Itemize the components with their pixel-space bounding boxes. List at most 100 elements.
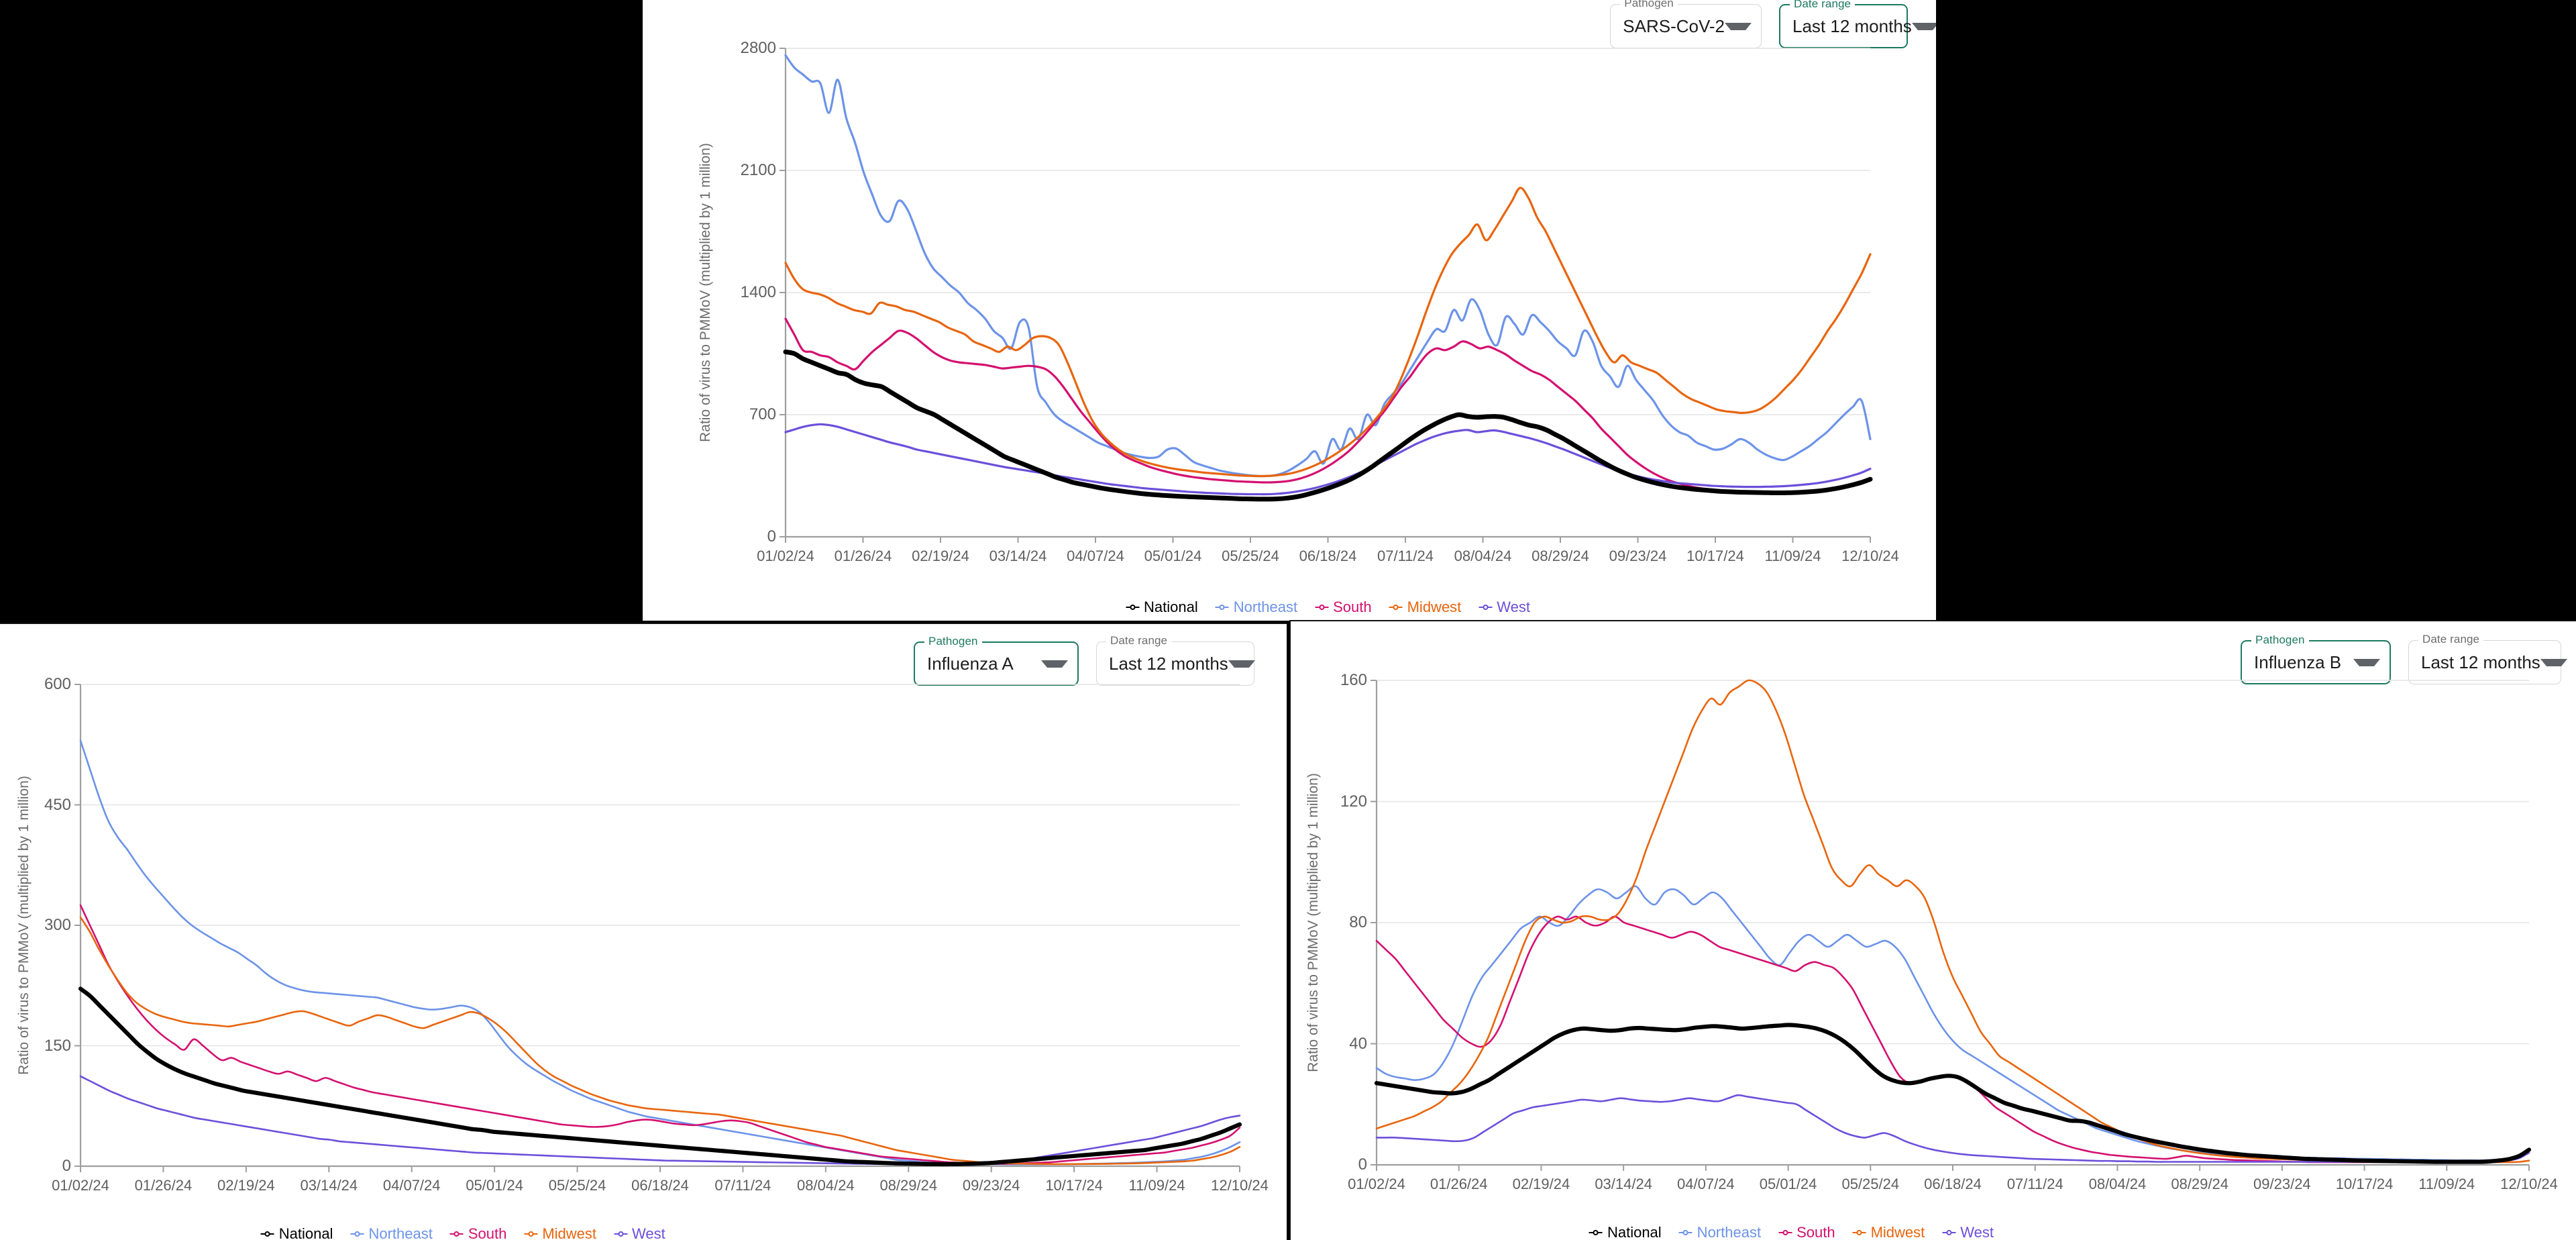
legend-marker-icon [260,1230,274,1238]
flua-x-tick: 10/17/24 [1045,1177,1103,1194]
legend-marker-icon [1389,603,1403,611]
series-line-south [79,904,1241,1165]
flub-x-tick: 12/10/24 [2500,1176,2558,1192]
flub-legend: National Northeast South Midwest West [1589,1224,1994,1240]
legend-item-label: South [1796,1224,1835,1240]
sars-x-tick: 06/18/24 [1299,548,1357,564]
panel-influenza-b: Pathogen Influenza B Date range Last 12 … [1289,620,2576,1240]
sars-x-tick: 03/14/24 [989,548,1047,564]
sars-daterange-label: Date range [1790,0,1856,9]
flua-x-tick: 01/02/24 [52,1177,109,1194]
sars-x-tick: 09/23/24 [1609,548,1667,564]
sars-x-tick: 10/17/24 [1686,548,1744,564]
legend-item-label: West [1497,599,1531,615]
sars-x-tick: 07/11/24 [1377,548,1434,564]
flua-y-tick: 450 [44,795,71,814]
legend-item-national[interactable]: National [1589,1224,1662,1240]
legend-item-national[interactable]: National [260,1225,333,1240]
flub-x-tick: 09/23/24 [2253,1176,2311,1192]
legend-item-label: Northeast [1697,1224,1762,1240]
flub-pathogen-label: Pathogen [2251,634,2309,645]
sars-y-tick: 2800 [740,39,776,57]
series-line-national [783,349,1873,502]
legend-item-west[interactable]: West [1942,1224,1994,1240]
sars-legend: National Northeast South Midwest West [1125,599,1530,616]
legend-item-west[interactable]: West [614,1225,665,1240]
legend-item-south[interactable]: South [449,1225,507,1240]
sars-chart: Ratio of virus to PMMoV (multiplied by 1… [682,25,1929,616]
legend-item-label: National [1607,1224,1662,1240]
legend-marker-icon [1215,603,1229,611]
legend-item-midwest[interactable]: Midwest [524,1225,596,1240]
legend-item-label: South [1333,599,1372,615]
flua-x-tick: 07/11/24 [714,1177,771,1194]
legend-item-label: West [632,1225,665,1240]
flub-x-tick: 01/26/24 [1430,1176,1488,1192]
flub-x-tick: 04/07/24 [1677,1176,1735,1192]
flua-plot-area [74,684,1242,1172]
legend-item-label: Northeast [1233,599,1298,615]
panel-top-divider [1289,620,2576,621]
flua-x-tick: 06/18/24 [631,1177,689,1194]
flub-y-tick: 0 [1358,1155,1367,1174]
flub-y-tick: 120 [1340,792,1367,811]
panel-top-divider [0,623,1287,624]
legend-item-midwest[interactable]: Midwest [1389,599,1461,616]
series-line-national [78,986,1242,1167]
legend-item-northeast[interactable]: Northeast [1215,599,1298,616]
dashboard-root: Pathogen SARS-CoV-2 Date range Last 12 m… [0,0,2576,1240]
legend-marker-icon [449,1230,464,1238]
sars-y-tick: 700 [749,405,776,423]
sars-pathogen-label: Pathogen [1620,0,1678,9]
legend-marker-icon [524,1230,538,1238]
flua-x-tick: 05/01/24 [466,1177,523,1194]
legend-item-label: National [278,1225,333,1240]
flua-daterange-label: Date range [1106,635,1172,646]
legend-item-label: South [468,1225,507,1240]
series-line-northeast [1375,885,2530,1161]
legend-marker-icon [1778,1229,1792,1237]
legend-marker-icon [1315,603,1329,611]
influenza-a-chart: Ratio of virus to PMMoV (multiplied by 1… [0,663,1287,1240]
sars-x-tick: 11/09/24 [1764,548,1821,564]
legend-item-south[interactable]: South [1778,1224,1835,1240]
legend-item-northeast[interactable]: Northeast [1678,1224,1762,1240]
flua-x-tick: 02/19/24 [217,1177,275,1194]
flua-x-tick: 09/23/24 [962,1177,1020,1194]
flub-daterange-label: Date range [2418,633,2484,645]
flua-x-tick: 12/10/24 [1211,1177,1269,1194]
legend-marker-icon [1125,603,1139,611]
legend-item-west[interactable]: West [1479,599,1530,616]
flua-x-tick: 08/04/24 [797,1177,855,1194]
flub-plot-area [1371,679,2532,1171]
legend-item-national[interactable]: National [1125,599,1198,616]
legend-item-midwest[interactable]: Midwest [1852,1224,1925,1240]
legend-item-south[interactable]: South [1315,599,1372,616]
legend-item-northeast[interactable]: Northeast [350,1225,433,1240]
flub-y-tick: 40 [1349,1034,1367,1053]
sars-y-tick: 2100 [740,161,776,179]
flub-x-tick: 07/11/24 [2006,1176,2063,1192]
series-line-northeast [784,54,1872,478]
flua-y-tick: 0 [62,1157,71,1175]
legend-marker-icon [614,1230,628,1238]
flub-x-tick: 08/04/24 [2088,1176,2147,1192]
series-line-west [79,1075,1241,1166]
legend-marker-icon [1678,1229,1693,1237]
legend-marker-icon [1479,603,1493,611]
legend-marker-icon [1852,1229,1866,1237]
legend-item-label: West [1960,1224,1994,1240]
series-line-national [1374,1023,2532,1164]
flua-x-tick: 05/25/24 [548,1177,606,1194]
flub-x-tick: 06/18/24 [1924,1176,1982,1192]
legend-marker-icon [1942,1229,1956,1237]
sars-x-tick: 12/10/24 [1841,548,1899,564]
flub-x-tick: 11/09/24 [2418,1176,2475,1192]
legend-marker-icon [350,1230,364,1238]
sars-x-tick: 01/26/24 [834,548,892,564]
flub-x-tick: 02/19/24 [1512,1176,1570,1192]
sars-x-tick: 04/07/24 [1067,548,1124,564]
flub-x-tick: 03/14/24 [1595,1176,1652,1192]
sars-x-tick: 05/01/24 [1144,548,1202,564]
sars-x-tick: 05/25/24 [1222,548,1279,564]
